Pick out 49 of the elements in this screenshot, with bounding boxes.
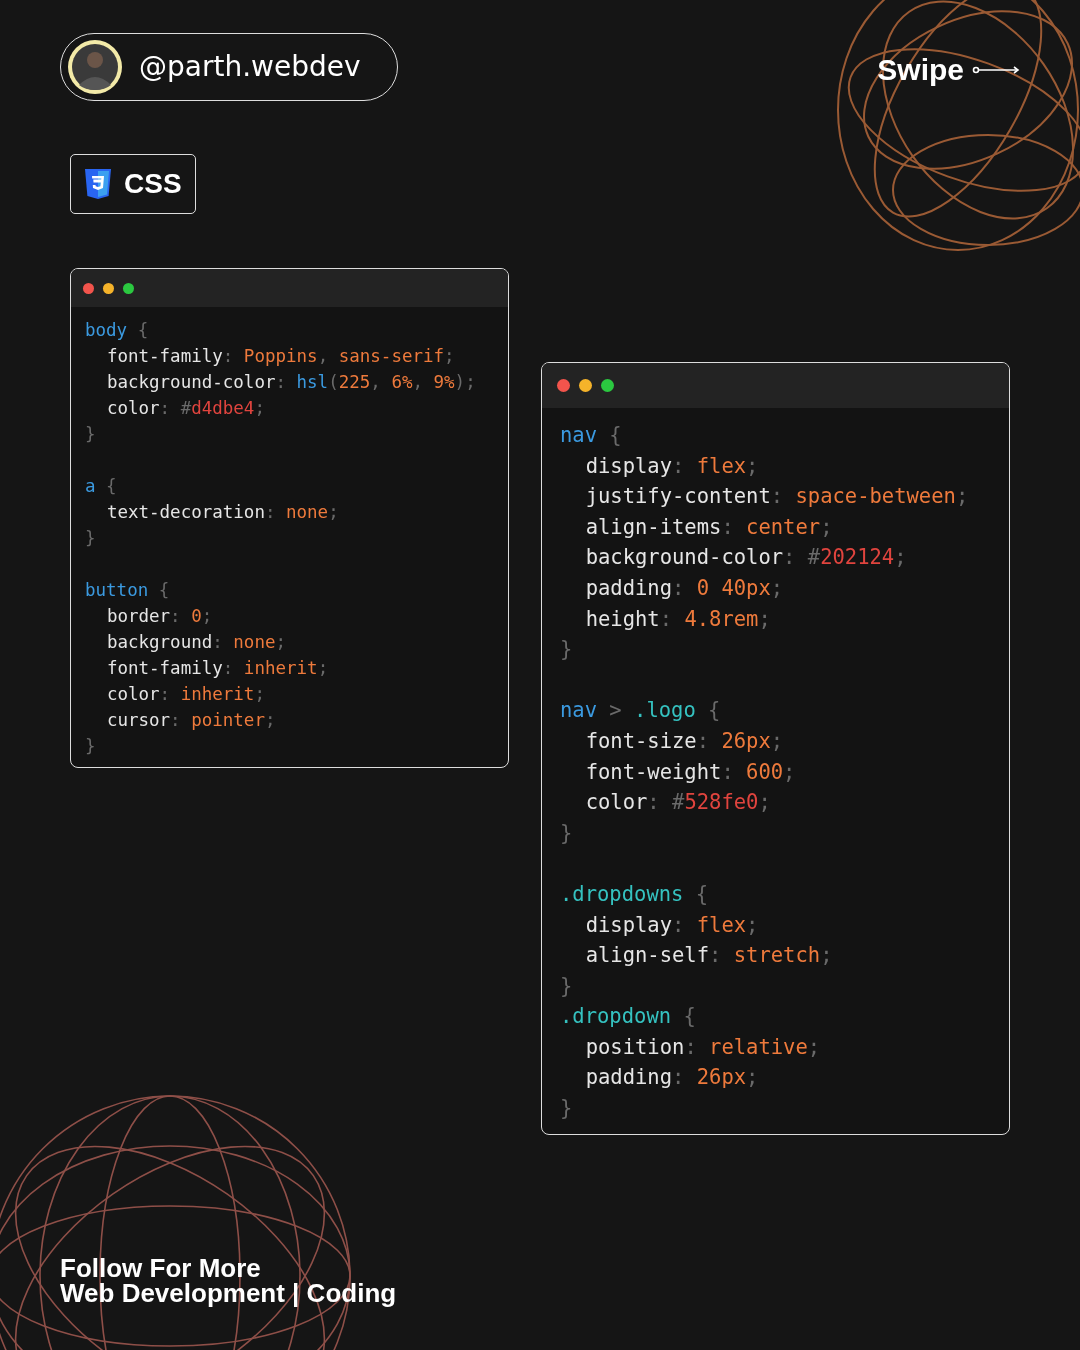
window-control-dot bbox=[103, 282, 114, 294]
code-line: } bbox=[560, 819, 573, 847]
code-line: .dropdown { bbox=[560, 1003, 696, 1031]
code-line: color: #528fe0; bbox=[584, 789, 771, 817]
footer-text: Follow For More bbox=[60, 1256, 262, 1281]
code-line: font-family: inherit; bbox=[105, 657, 329, 680]
tag-label: CSS bbox=[124, 167, 182, 201]
avatar-icon bbox=[67, 39, 123, 95]
code-line: cursor: pointer; bbox=[105, 709, 276, 732]
code-line: align-self: stretch; bbox=[584, 942, 833, 970]
arrow-icon bbox=[972, 64, 1020, 75]
code-line: justify-content: space-between; bbox=[584, 483, 969, 511]
code-line: display: flex; bbox=[584, 911, 759, 939]
code-line: font-weight: 600; bbox=[584, 758, 796, 786]
code-line: align-items: center; bbox=[584, 513, 833, 541]
code-line: a { bbox=[85, 475, 117, 498]
footer-text: Web Development | Coding bbox=[60, 1281, 397, 1306]
window-control-dot bbox=[123, 282, 134, 294]
code-line: background-color: hsl(225, 6%, 9%); bbox=[105, 371, 476, 394]
code-line: } bbox=[85, 735, 96, 758]
code-line: text-decoration: none; bbox=[105, 501, 339, 524]
code-line: padding: 0 40px; bbox=[584, 574, 784, 602]
window-control-dot bbox=[601, 379, 614, 392]
code-line: position: relative; bbox=[584, 1033, 821, 1061]
code-line: color: #d4dbe4; bbox=[105, 397, 265, 420]
code-line: } bbox=[85, 527, 96, 550]
code-line: border: 0; bbox=[105, 605, 213, 628]
username: @parth.webdev bbox=[139, 49, 361, 85]
code-line: background-color: #202124; bbox=[584, 544, 907, 572]
code-line: } bbox=[560, 1095, 573, 1123]
window-control-dot bbox=[557, 379, 570, 392]
code-line: font-size: 26px; bbox=[584, 727, 784, 755]
code-line: } bbox=[560, 972, 573, 1000]
code-line: button { bbox=[85, 579, 170, 602]
code-line: font-family: Poppins, sans-serif; bbox=[105, 345, 455, 368]
code-line: height: 4.8rem; bbox=[584, 605, 771, 633]
code-line: .dropdowns { bbox=[560, 880, 709, 908]
code-line: nav > .logo { bbox=[560, 697, 721, 725]
code-line: padding: 26px; bbox=[584, 1064, 759, 1092]
code-line: background: none; bbox=[105, 631, 286, 654]
code-line: display: flex; bbox=[584, 452, 759, 480]
window-control-dot bbox=[83, 282, 94, 294]
code-line: body { bbox=[85, 319, 149, 342]
code-line: } bbox=[85, 423, 96, 446]
code-line: nav { bbox=[560, 422, 622, 449]
css-shield-icon bbox=[84, 168, 112, 200]
code-line: color: inherit; bbox=[105, 683, 265, 706]
code-line: } bbox=[560, 636, 573, 664]
window-control-dot bbox=[579, 379, 592, 392]
